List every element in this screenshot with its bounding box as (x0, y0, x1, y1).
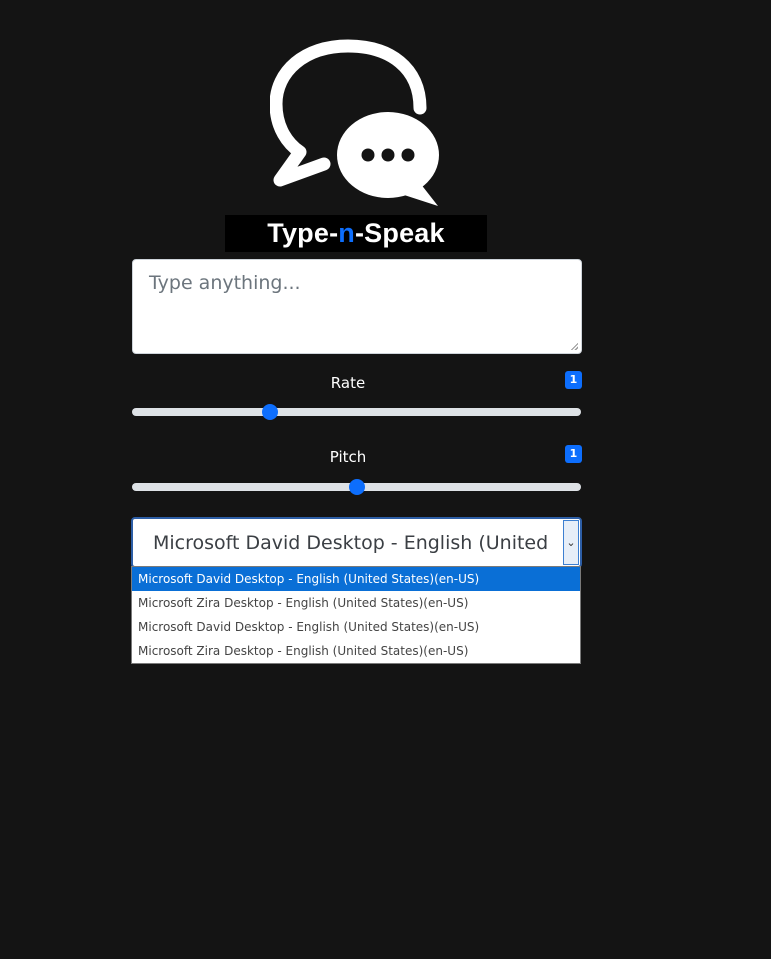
voice-option[interactable]: Microsoft Zira Desktop - English (United… (132, 639, 580, 663)
pitch-slider[interactable] (132, 479, 581, 495)
voice-dropdown-list: Microsoft David Desktop - English (Unite… (131, 566, 581, 664)
chevron-down-icon[interactable]: ⌄ (563, 520, 579, 565)
text-input[interactable] (133, 260, 581, 353)
voice-option[interactable]: Microsoft David Desktop - English (Unite… (132, 567, 580, 591)
text-input-container (132, 259, 582, 354)
app-title-suffix: -Speak (354, 218, 445, 248)
pitch-slider-thumb[interactable] (348, 479, 365, 495)
logo (269, 38, 450, 210)
rate-label: Rate (330, 374, 366, 392)
rate-slider[interactable] (132, 404, 581, 420)
voice-option[interactable]: Microsoft Zira Desktop - English (United… (132, 591, 580, 615)
pitch-label: Pitch (329, 448, 367, 466)
voice-option[interactable]: Microsoft David Desktop - English (Unite… (132, 615, 580, 639)
pitch-value-badge: 1 (565, 445, 582, 463)
voice-select[interactable]: Microsoft David Desktop - English (Unite… (131, 517, 582, 568)
app-title-accent: n (338, 218, 355, 248)
rate-value-badge: 1 (565, 371, 582, 389)
rate-slider-thumb[interactable] (261, 404, 278, 420)
chat-bubbles-icon (269, 39, 439, 206)
resize-grip-icon[interactable] (570, 342, 578, 350)
app-title-prefix: Type- (267, 218, 339, 248)
voice-select-value: Microsoft David Desktop - English (Unite… (153, 532, 549, 554)
app-title: Type-n-Speak (225, 215, 487, 252)
